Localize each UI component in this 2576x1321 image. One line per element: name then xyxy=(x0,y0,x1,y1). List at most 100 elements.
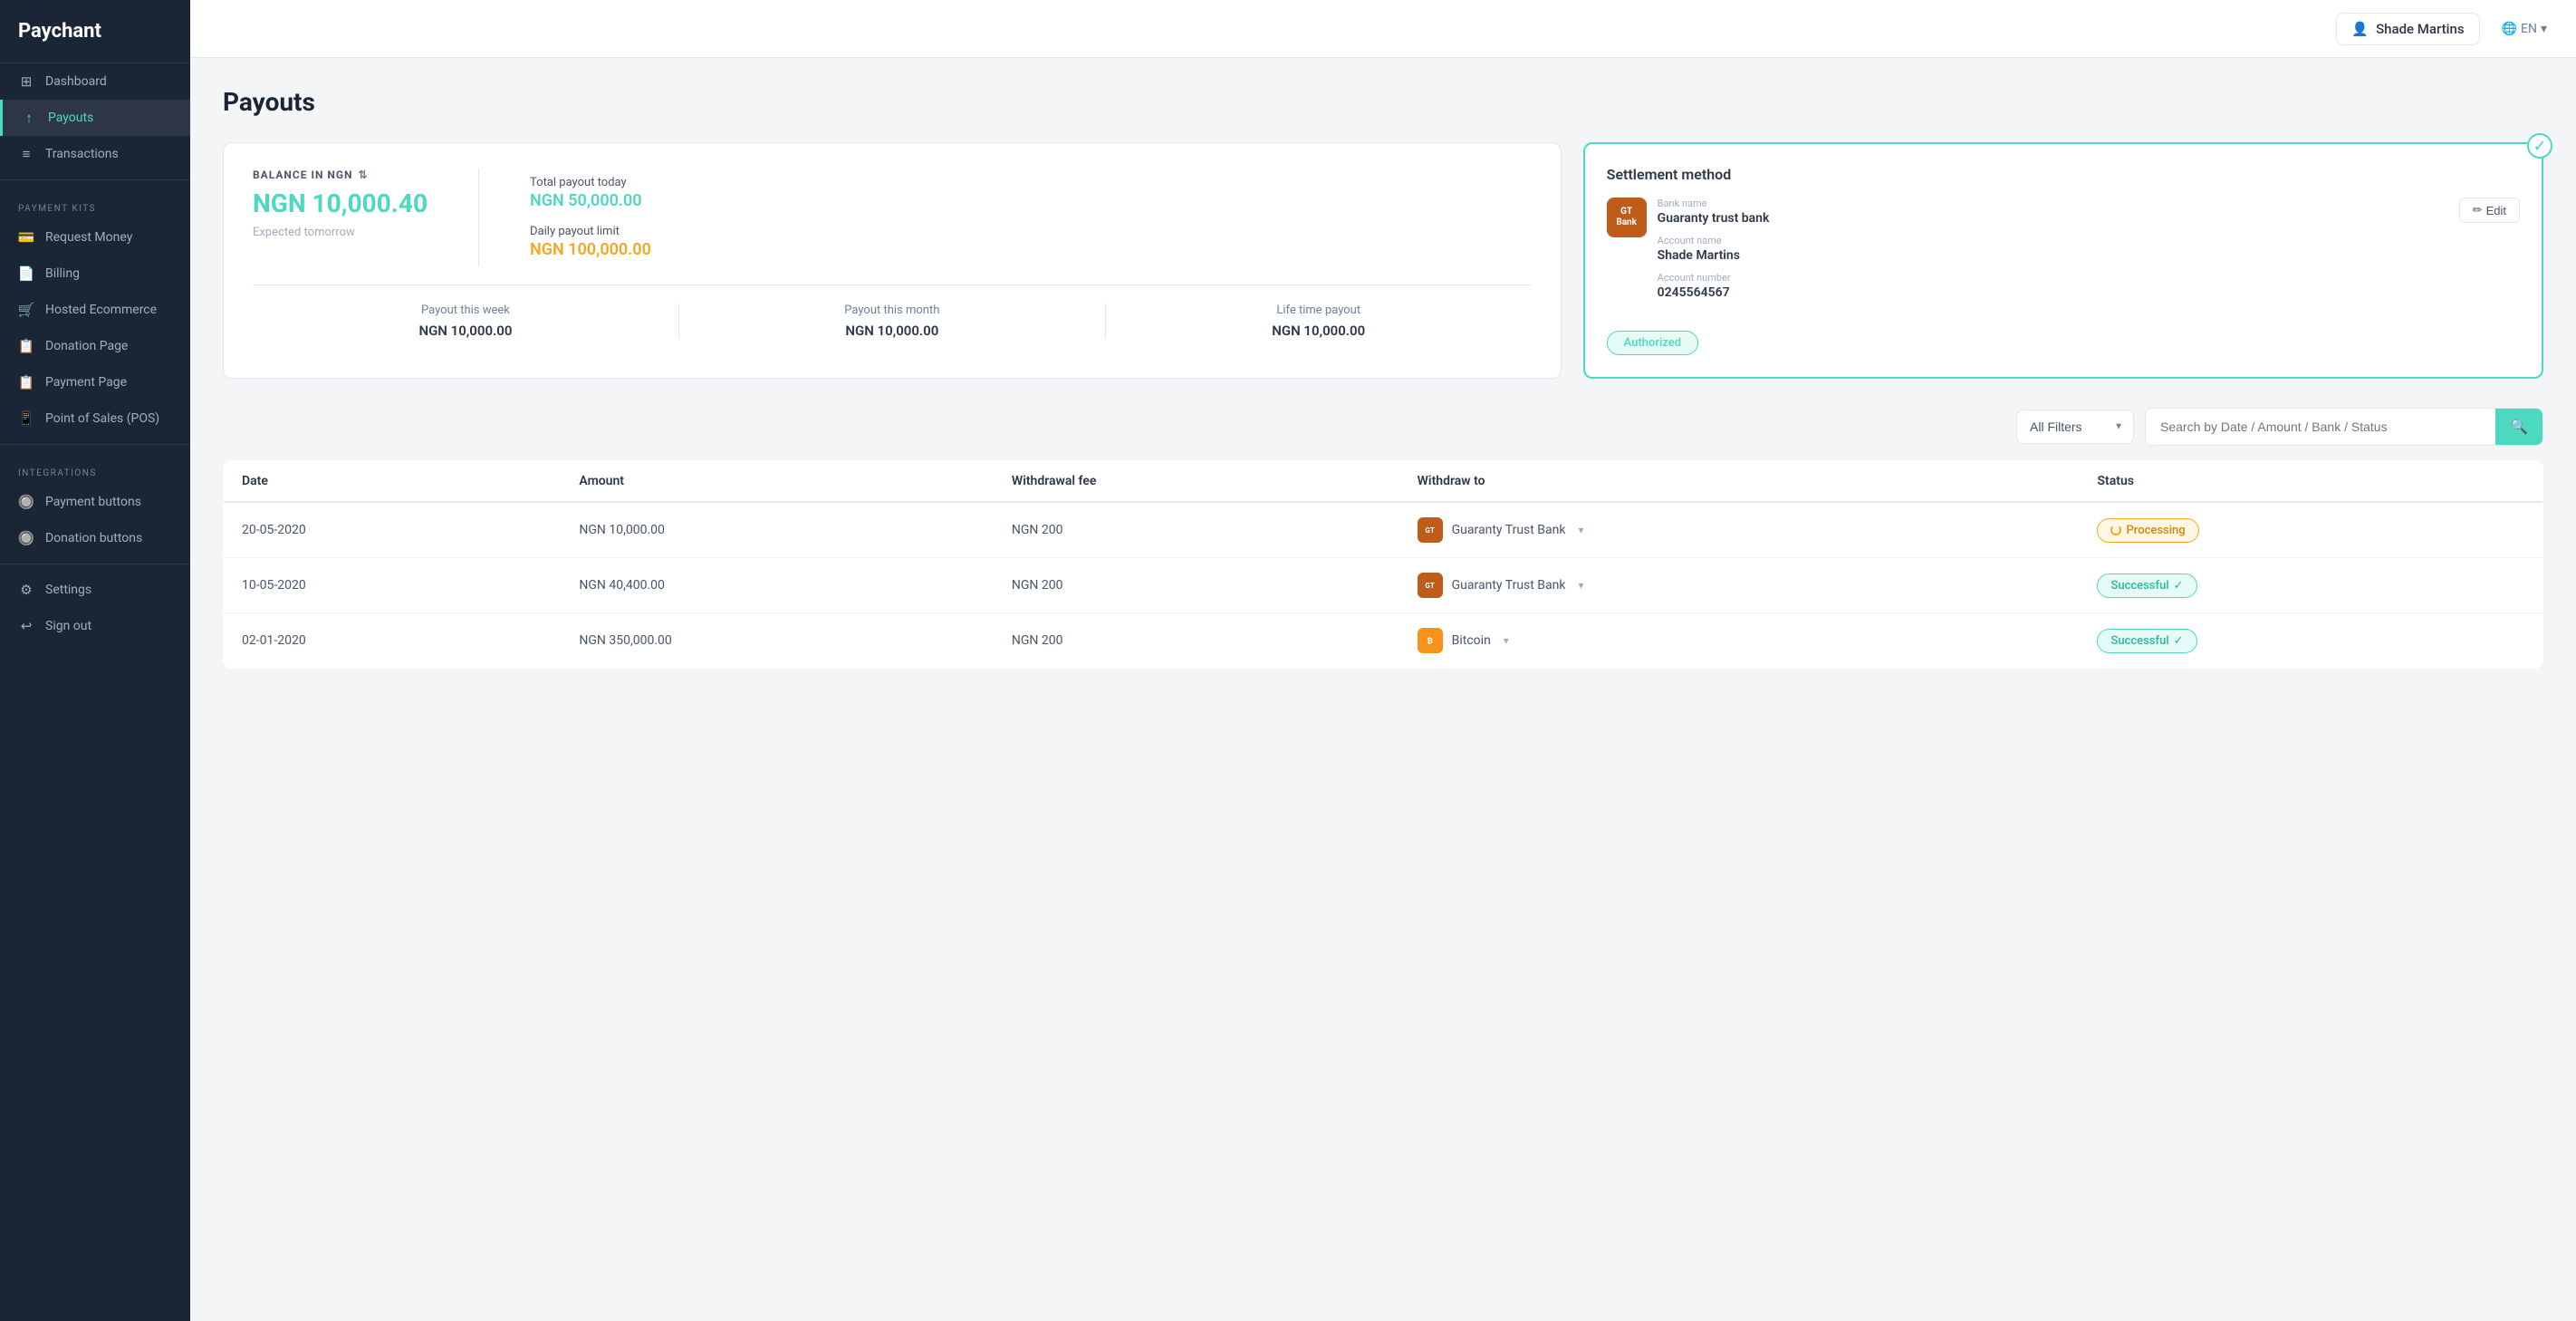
col-date: Date xyxy=(224,461,562,503)
status-badge: Successful ✓ xyxy=(2097,629,2196,653)
sidebar-item-label: Settings xyxy=(45,583,91,597)
summary-lifetime: Life time payout NGN 10,000.00 xyxy=(1105,304,1532,339)
search-button[interactable]: 🔍 xyxy=(2495,409,2542,445)
payment-buttons-icon: 🔘 xyxy=(18,494,34,510)
sidebar-item-label: Payment Page xyxy=(45,375,127,390)
topbar: 👤 Shade Martins 🌐 EN ▾ xyxy=(190,0,2576,58)
daily-limit-label: Daily payout limit xyxy=(530,225,1532,238)
cell-bank: GT Guaranty Trust Bank ▾ xyxy=(1399,502,2080,558)
bank-row: GTBank Bank name Guaranty trust bank Acc… xyxy=(1607,198,2520,309)
cell-bank: ₿ Bitcoin ▾ xyxy=(1399,613,2080,669)
sidebar-item-signout[interactable]: ↩ Sign out xyxy=(0,608,190,644)
summary-week: Payout this week NGN 10,000.00 xyxy=(253,304,678,339)
billing-icon: 📄 xyxy=(18,265,34,282)
sidebar-item-payment-page[interactable]: 📋 Payment Page xyxy=(0,364,190,400)
bank-logo: GTBank xyxy=(1607,198,1647,237)
sort-icon: ⇅ xyxy=(359,169,369,181)
cell-bank: GT Guaranty Trust Bank ▾ xyxy=(1399,558,2080,613)
status-badge: Processing xyxy=(2097,518,2198,543)
cell-status: Processing xyxy=(2079,502,2542,558)
cell-amount: NGN 10,000.00 xyxy=(561,502,994,558)
globe-icon: 🌐 xyxy=(2502,22,2517,36)
bank-name-label: Bank name xyxy=(1658,198,2448,209)
sidebar-item-donation-buttons[interactable]: 🔘 Donation buttons xyxy=(0,520,190,556)
transactions-table: Date Amount Withdrawal fee Withdraw to S… xyxy=(223,460,2543,669)
integrations-label: INTEGRATIONS xyxy=(0,452,190,484)
month-label: Payout this month xyxy=(694,304,1091,317)
sidebar-item-label: Donation Page xyxy=(45,339,128,353)
cell-status: Successful ✓ xyxy=(2079,558,2542,613)
month-value: NGN 10,000.00 xyxy=(694,323,1091,339)
authorized-badge: Authorized xyxy=(1607,331,1698,355)
lang-selector[interactable]: 🌐 EN ▾ xyxy=(2502,22,2547,36)
table-row: 20-05-2020 NGN 10,000.00 NGN 200 GT Guar… xyxy=(224,502,2543,558)
sidebar-item-label: Hosted Ecommerce xyxy=(45,303,157,317)
account-name-value: Shade Martins xyxy=(1658,248,2448,263)
col-fee: Withdrawal fee xyxy=(994,461,1399,503)
week-value: NGN 10,000.00 xyxy=(267,323,664,339)
sidebar-divider xyxy=(0,179,190,180)
search-input[interactable] xyxy=(2146,410,2495,443)
bank-icon: GT xyxy=(1418,517,1443,543)
col-status: Status xyxy=(2079,461,2542,503)
sidebar-item-payment-buttons[interactable]: 🔘 Payment buttons xyxy=(0,484,190,520)
checkmark-icon: ✓ xyxy=(2174,634,2184,648)
daily-limit-value: NGN 100,000.00 xyxy=(530,240,1532,259)
table-header-row: Date Amount Withdrawal fee Withdraw to S… xyxy=(224,461,2543,503)
donation-buttons-icon: 🔘 xyxy=(18,530,34,546)
cell-amount: NGN 40,400.00 xyxy=(561,558,994,613)
sidebar-item-transactions[interactable]: ≡ Transactions xyxy=(0,136,190,172)
edit-icon: ✏ xyxy=(2473,203,2483,217)
lang-code: EN xyxy=(2521,22,2537,36)
sidebar-item-billing[interactable]: 📄 Billing xyxy=(0,256,190,292)
cell-date: 20-05-2020 xyxy=(224,502,562,558)
settlement-checkmark-icon: ✓ xyxy=(2527,133,2552,159)
table-row: 02-01-2020 NGN 350,000.00 NGN 200 ₿ Bitc… xyxy=(224,613,2543,669)
user-badge[interactable]: 👤 Shade Martins xyxy=(2336,13,2479,45)
filter-wrapper: All Filters xyxy=(2016,410,2134,444)
sidebar-item-label: Sign out xyxy=(45,619,91,633)
col-withdraw-to: Withdraw to xyxy=(1399,461,2080,503)
checkmark-icon: ✓ xyxy=(2174,579,2184,593)
chevron-icon[interactable]: ▾ xyxy=(1578,579,1583,592)
balance-area: BALANCE IN NGN ⇅ NGN 10,000.40 Expected … xyxy=(223,142,2543,379)
status-badge: Successful ✓ xyxy=(2097,574,2196,598)
spinner-icon xyxy=(2110,525,2121,535)
chevron-icon[interactable]: ▾ xyxy=(1578,524,1583,536)
sidebar-item-label: Point of Sales (POS) xyxy=(45,411,159,426)
settings-icon: ⚙ xyxy=(18,582,34,598)
brand-logo: Paychant xyxy=(0,0,190,63)
chevron-icon[interactable]: ▾ xyxy=(1504,634,1509,647)
main-area: 👤 Shade Martins 🌐 EN ▾ Payouts BALANCE I… xyxy=(190,0,2576,1321)
lifetime-value: NGN 10,000.00 xyxy=(1120,323,1517,339)
ecommerce-icon: 🛒 xyxy=(18,302,34,318)
bank-details: Bank name Guaranty trust bank Account na… xyxy=(1658,198,2448,309)
user-avatar-icon: 👤 xyxy=(2351,21,2369,37)
cell-date: 02-01-2020 xyxy=(224,613,562,669)
payouts-icon: ↑ xyxy=(21,110,37,126)
cell-fee: NGN 200 xyxy=(994,613,1399,669)
sidebar-item-label: Transactions xyxy=(45,147,119,161)
sidebar-item-settings[interactable]: ⚙ Settings xyxy=(0,572,190,608)
sidebar-item-hosted-ecommerce[interactable]: 🛒 Hosted Ecommerce xyxy=(0,292,190,328)
sidebar-item-label: Payouts xyxy=(48,111,93,125)
lifetime-label: Life time payout xyxy=(1120,304,1517,317)
sidebar-item-pos[interactable]: 📱 Point of Sales (POS) xyxy=(0,400,190,437)
sidebar-item-request-money[interactable]: 💳 Request Money xyxy=(0,219,190,256)
balance-label: BALANCE IN NGN ⇅ xyxy=(253,169,428,181)
payment-kits-label: PAYMENT KITS xyxy=(0,188,190,219)
account-name-label: Account name xyxy=(1658,235,2448,246)
account-number-label: Account number xyxy=(1658,272,2448,284)
filter-select[interactable]: All Filters xyxy=(2016,410,2134,444)
sidebar-divider-2 xyxy=(0,444,190,445)
sidebar-item-donation-page[interactable]: 📋 Donation Page xyxy=(0,328,190,364)
sidebar-item-payouts[interactable]: ↑ Payouts xyxy=(0,100,190,136)
dashboard-icon: ⊞ xyxy=(18,73,34,90)
table-toolbar: All Filters 🔍 xyxy=(223,408,2543,446)
balance-card: BALANCE IN NGN ⇅ NGN 10,000.40 Expected … xyxy=(223,142,1562,379)
cell-status: Successful ✓ xyxy=(2079,613,2542,669)
cell-fee: NGN 200 xyxy=(994,558,1399,613)
sidebar-item-label: Billing xyxy=(45,266,80,281)
sidebar-item-dashboard[interactable]: ⊞ Dashboard xyxy=(0,63,190,100)
edit-button[interactable]: ✏ Edit xyxy=(2459,198,2520,223)
